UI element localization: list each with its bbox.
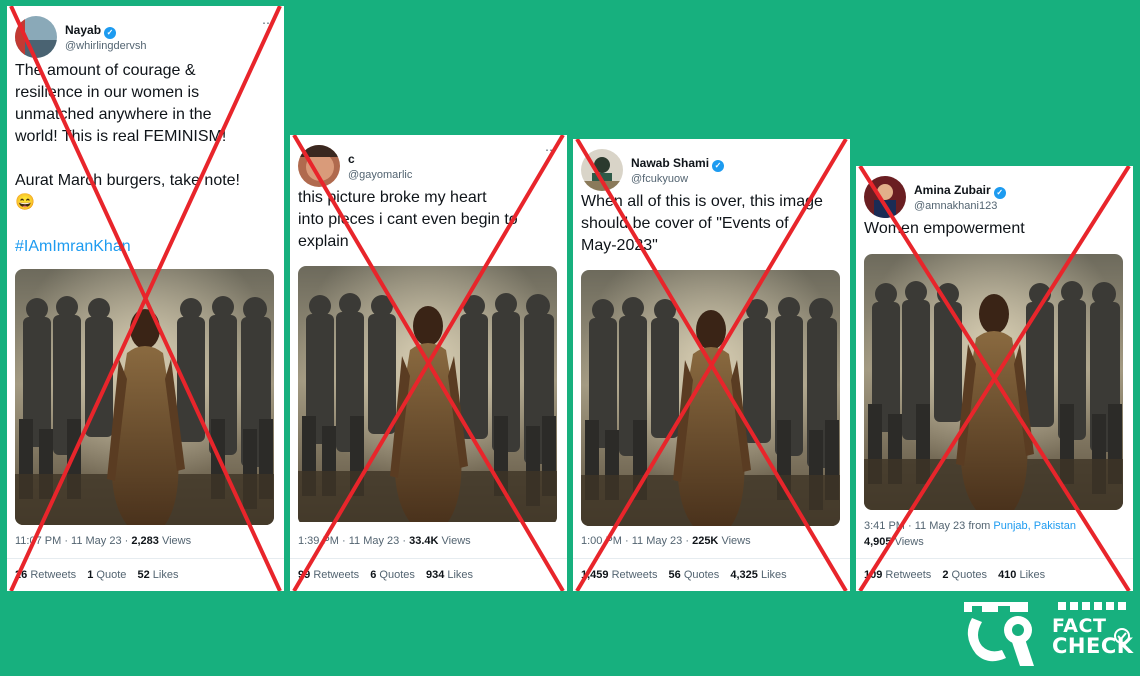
tweet-line: should be cover of "Events of [581,215,789,232]
tweet-stats: 99 Retweets 6 Quotes 934 Likes [298,569,563,581]
user-handle[interactable]: @fcukyuow [631,173,688,185]
avatar[interactable] [581,149,623,191]
retweets-stat[interactable]: 109 Retweets [864,569,931,581]
avatar[interactable] [864,176,906,218]
tweet-text: this picture broke my heart into pieces … [298,187,559,253]
tweet-card[interactable]: Nayab ✓ @whirlingdervsh ⋯ The amount of c… [7,6,284,591]
tweet-stats: 109 Retweets 2 Quotes 410 Likes [864,569,1129,581]
location-link[interactable]: Punjab, Pakistan [993,520,1076,532]
tweet-text: When all of this is over, this image sho… [581,191,842,257]
likes-stat[interactable]: 52 Likes [137,569,178,581]
display-name[interactable]: Nawab Shami ✓ [631,156,725,172]
divider [856,558,1133,559]
tweet-line: into pieces i cant even begin to [298,211,518,228]
avatar[interactable] [298,145,340,187]
user-handle[interactable]: @gayomarlic [348,169,412,181]
more-options-icon[interactable]: ⋯ [545,143,557,157]
tweet-image[interactable] [864,254,1123,510]
quotes-stat[interactable]: 56 Quotes [669,569,720,581]
quotes-stat[interactable]: 6 Quotes [370,569,415,581]
tweet-meta: 11:07 PM · 11 May 23 · 2,283 Views [15,535,192,547]
views-count: 2,283 [131,535,159,547]
tweet-text: The amount of courage & resilience in ou… [15,60,276,258]
tweet-meta: 3:41 PM · 11 May 23 from Punjab, Pakista… [864,520,1076,548]
tweet-card[interactable]: Amina Zubair ✓ @amnakhani123 Women empowe… [856,166,1133,591]
emoji: 😄 [15,194,35,211]
tweet-card[interactable]: Nawab Shami ✓ @fcukyuow When all of this … [573,139,850,591]
views-count: 4,905 [864,536,892,548]
quotes-stat[interactable]: 2 Quotes [942,569,987,581]
display-name[interactable]: Amina Zubair ✓ [914,183,1006,199]
tweet-image[interactable] [581,270,840,526]
verified-badge-icon: ✓ [104,27,117,39]
retweets-stat[interactable]: 1,459 Retweets [581,569,657,581]
tweet-line: May-2023" [581,237,658,254]
verified-badge-icon: ✓ [993,187,1006,199]
tweet-meta: 1:00 PM · 11 May 23 · 225K Views [581,535,751,547]
quotes-stat[interactable]: 1 Quote [87,569,126,581]
views-count: 33.4K [409,535,439,547]
more-options-icon[interactable]: ⋯ [262,16,274,30]
display-name[interactable]: c [348,152,355,166]
tweet-meta: 1:39 PM · 11 May 23 · 33.4K Views [298,535,471,547]
tweet-line: resilience in our women is [15,84,200,101]
verified-badge-icon: ✓ [712,160,725,172]
retweets-stat[interactable]: 26 Retweets [15,569,76,581]
divider [573,558,850,559]
tweet-line: this picture broke my heart [298,189,487,206]
tweet-card[interactable]: c @gayomarlic ⋯ this picture broke my he… [290,135,567,591]
tweet-image[interactable] [298,266,557,525]
tweet-line: The amount of courage & [15,62,196,79]
logo-line-check: CHECK [1052,634,1134,658]
tweet-image[interactable] [15,269,274,525]
retweets-stat[interactable]: 99 Retweets [298,569,359,581]
likes-stat[interactable]: 410 Likes [998,569,1045,581]
tweet-text: Women empowerment [864,218,1125,240]
tweet-stats: 1,459 Retweets 56 Quotes 4,325 Likes [581,569,846,581]
tweet-line: unmatched anywhere in the [15,106,212,123]
tweet-line: Aurat March burgers, take note! [15,172,240,189]
logo-line-fact: FACT [1052,615,1107,637]
divider [7,558,284,559]
fact-check-wordmark: FACT CHECK [1052,615,1134,658]
avatar[interactable] [15,16,57,58]
tweet-line: explain [298,233,349,250]
hashtag-link[interactable]: #IAmImranKhan [15,236,276,258]
logo-mark [964,602,1034,666]
display-name[interactable]: Nayab ✓ [65,23,117,39]
views-count: 225K [692,535,719,547]
user-handle[interactable]: @amnakhani123 [914,200,997,212]
tweet-stats: 26 Retweets 1 Quote 52 Likes [15,569,280,581]
divider [290,558,567,559]
tweet-line: world! This is real FEMINISM! [15,128,227,145]
user-handle[interactable]: @whirlingdervsh [65,40,146,52]
tweet-line: Women empowerment [864,220,1025,237]
likes-stat[interactable]: 934 Likes [426,569,473,581]
tweet-line: When all of this is over, this image [581,193,823,210]
likes-stat[interactable]: 4,325 Likes [730,569,786,581]
